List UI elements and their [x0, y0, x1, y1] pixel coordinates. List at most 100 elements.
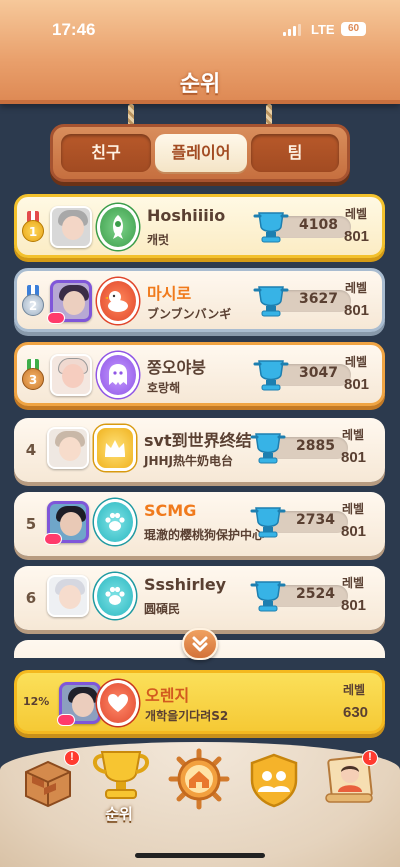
player-team: JHHJ热牛奶电台 — [144, 454, 234, 468]
trophy-count: 3047 — [251, 360, 355, 391]
paw-badge-icon — [94, 573, 136, 619]
status-time: 17:46 — [52, 20, 96, 39]
trophy-count: 4108 — [251, 212, 355, 243]
level-label: 레벨 — [343, 683, 366, 697]
player-name: 마시로 — [147, 284, 192, 303]
leaderboard-row[interactable]: 1 Hoshiiiio 캐럿 4108 레벨 801 — [14, 194, 385, 258]
live-icon — [47, 312, 65, 324]
header-bar: 17:46 LTE 60 순위 — [0, 0, 400, 104]
signal-icon — [283, 24, 303, 36]
player-team: ブンブンバンギ — [147, 307, 232, 321]
level-value: 801 — [341, 523, 367, 540]
level-value: 801 — [344, 228, 370, 245]
blue-trophy-icon — [253, 360, 289, 391]
level-value: 801 — [344, 376, 370, 393]
rank-number: 3 — [22, 368, 44, 390]
level-label: 레벨 — [342, 428, 365, 442]
my-rank-row[interactable]: 12% 오렌지 개학을기다려S2 레벨 630 — [14, 670, 385, 734]
tab-team[interactable]: 팀 — [251, 134, 339, 172]
level-label: 레벨 — [345, 207, 368, 221]
tab-bar: 친구 플레이어 팀 — [50, 124, 350, 182]
battery-icon: 60 — [341, 22, 366, 36]
alert-badge: ! — [362, 750, 378, 766]
my-team: 개학을기다려S2 — [145, 709, 229, 723]
gold-medal-icon: 1 — [22, 211, 44, 245]
trophy-value: 3627 — [299, 291, 338, 307]
rank-number: 4 — [25, 441, 37, 459]
player-name: svt到世界终结 — [144, 431, 252, 450]
player-name: Hoshiiiio — [147, 206, 226, 225]
silver-medal-icon: 2 — [22, 285, 44, 319]
rank-number: 2 — [22, 294, 44, 316]
nav-home-button[interactable] — [168, 748, 230, 810]
paw-badge-icon — [94, 499, 136, 545]
bronze-medal-icon: 3 — [22, 359, 44, 393]
level-label: 레벨 — [342, 576, 365, 590]
trophy-value: 2524 — [296, 586, 335, 602]
leaderboard-row[interactable]: 3 쫑오야붕 호랑해 3047 레벨 801 — [14, 342, 385, 406]
avatar[interactable] — [47, 575, 89, 617]
rope-right — [266, 104, 272, 126]
avatar[interactable] — [47, 427, 89, 469]
team-shield-icon — [250, 753, 298, 808]
level-value: 801 — [344, 302, 370, 319]
trophy-count: 3627 — [251, 286, 355, 317]
trophy-value: 4108 — [299, 217, 338, 233]
level-label: 레벨 — [345, 281, 368, 295]
trophy-count: 2734 — [248, 507, 352, 538]
rank-number: 5 — [25, 515, 37, 533]
trophy-value: 3047 — [299, 365, 338, 381]
rope-left — [128, 104, 134, 126]
blue-trophy-icon — [250, 507, 286, 538]
leaderboard-row[interactable]: 4 svt到世界终结 JHHJ热牛奶电台 2885 레벨 801 — [14, 418, 385, 482]
leaderboard-row[interactable]: 6 Ssshirley 圆碩民 2524 레벨 801 — [14, 566, 385, 630]
tab-friends[interactable]: 친구 — [61, 134, 151, 172]
my-level: 630 — [343, 704, 369, 721]
blue-trophy-icon — [253, 286, 289, 317]
level-label: 레벨 — [342, 502, 365, 516]
duck-badge-icon — [97, 278, 139, 324]
leaderboard-row[interactable]: 5 SCMG 琨澈的樱桃狗保护中心 2734 레벨 801 — [14, 492, 385, 556]
page-title: 순위 — [179, 72, 221, 97]
player-team: 琨澈的樱桃狗保护中心 — [144, 528, 265, 542]
level-label: 레벨 — [345, 355, 368, 369]
scroll-down-button[interactable] — [182, 628, 218, 660]
rocket-badge-icon — [97, 204, 139, 250]
blue-trophy-icon — [253, 212, 289, 243]
player-team: 호랑해 — [147, 381, 181, 395]
level-value: 801 — [341, 597, 367, 614]
player-name: SCMG — [144, 501, 197, 520]
player-name: 쫑오야붕 — [147, 358, 206, 377]
double-chevron-down-icon — [192, 636, 208, 652]
my-name: 오렌지 — [145, 686, 190, 705]
home-wheel-icon — [168, 748, 230, 810]
blue-trophy-icon — [250, 433, 286, 464]
blue-trophy-icon — [250, 581, 286, 612]
live-icon — [57, 714, 75, 726]
player-name: Ssshirley — [144, 575, 227, 594]
trophy-count: 2524 — [248, 581, 352, 612]
trophy-value: 2885 — [296, 438, 335, 454]
avatar[interactable] — [50, 354, 92, 396]
nav-team-button[interactable] — [246, 752, 306, 814]
status-bar: 17:46 LTE 60 — [0, 20, 400, 42]
player-team: 圆碩民 — [144, 602, 181, 616]
crown-badge-icon — [94, 425, 136, 471]
player-team: 캐럿 — [147, 233, 170, 247]
live-icon — [44, 533, 62, 545]
alert-badge: ! — [64, 750, 80, 766]
nav-ranking-button[interactable] — [88, 744, 154, 810]
tab-players[interactable]: 플레이어 — [155, 134, 247, 172]
trophy-icon — [93, 751, 149, 799]
network-label: LTE — [311, 22, 335, 37]
percentile-label: 12% — [23, 695, 50, 708]
rank-number: 1 — [22, 220, 44, 242]
leaderboard-list[interactable]: 1 Hoshiiiio 캐럿 4108 레벨 801 2 마시로 ブンブンバンギ… — [0, 190, 400, 658]
trophy-count: 2885 — [248, 433, 352, 464]
trophy-value: 2734 — [296, 512, 335, 528]
rank-number: 6 — [25, 589, 37, 607]
heart-badge-icon — [97, 680, 139, 726]
nav-ranking-label: 순위 — [105, 805, 133, 823]
leaderboard-row[interactable]: 2 마시로 ブンブンバンギ 3627 레벨 801 — [14, 268, 385, 332]
avatar[interactable] — [50, 206, 92, 248]
